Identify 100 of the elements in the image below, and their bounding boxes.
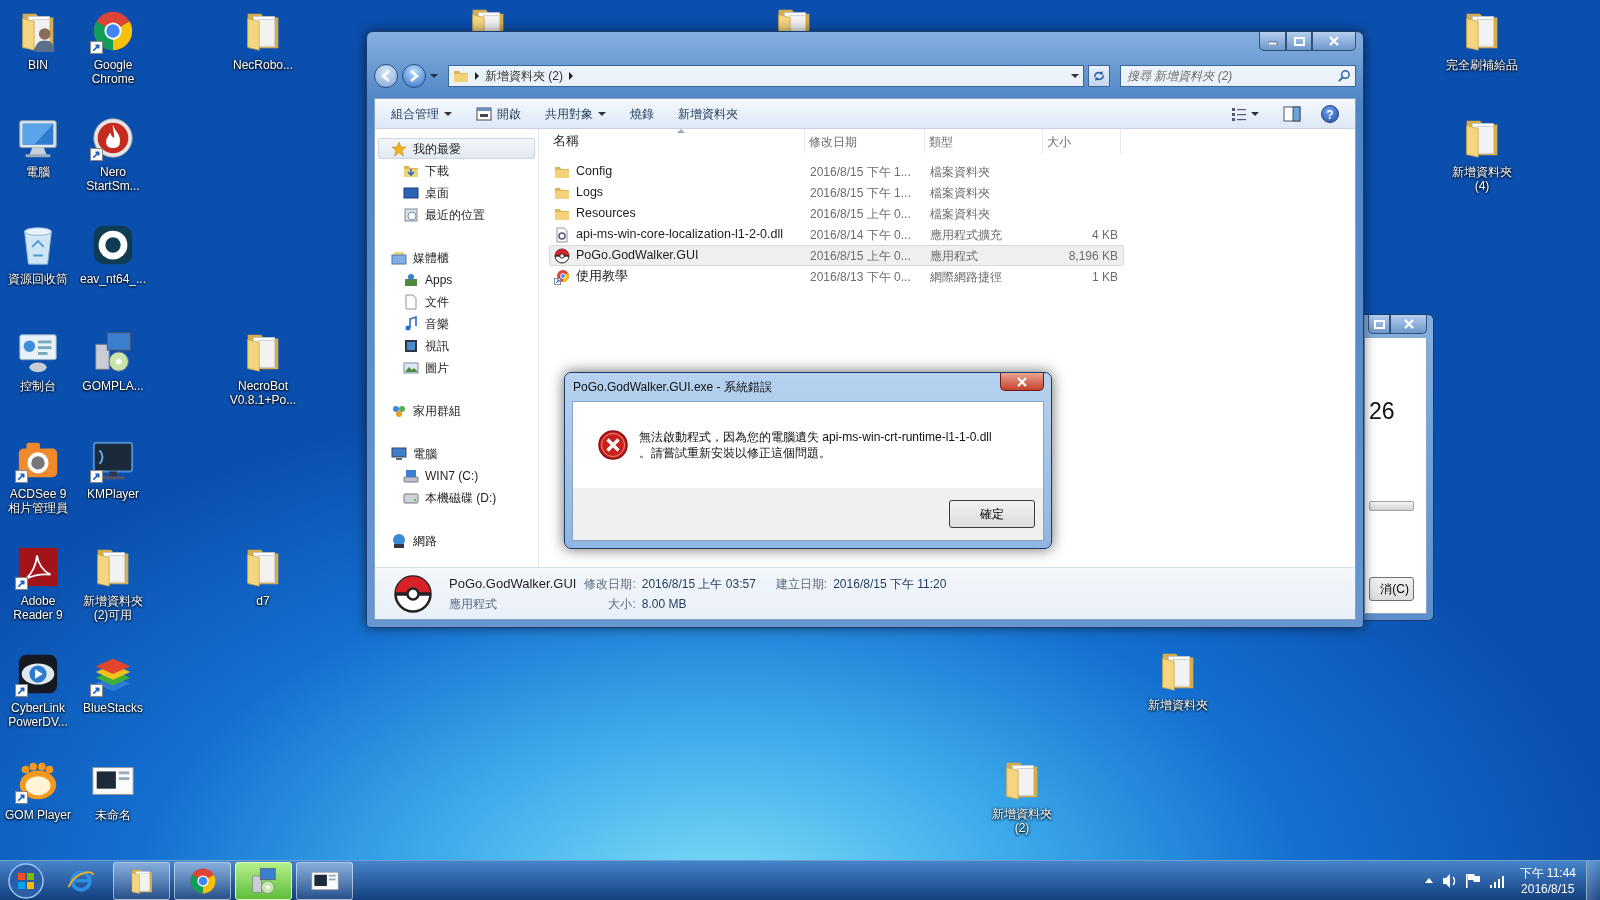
error-icon [597, 429, 629, 461]
nav-item[interactable]: 本機磁碟 (D:) [378, 487, 535, 508]
maximize-button[interactable] [1368, 315, 1390, 334]
icon-label[interactable]: GOMPLA... [77, 379, 149, 394]
address-bar[interactable]: 新增資料夾 (2) [448, 65, 1084, 87]
file-row[interactable]: PoGo.GodWalker.GUI 2016/8/15 上午 0... 應用程式 8,196 KB [549, 245, 1124, 266]
icon-label[interactable]: d7 [227, 594, 299, 609]
file-row[interactable]: Resources 2016/8/15 上午 0... 檔案資料夾 [549, 203, 1124, 224]
speaker-icon[interactable] [1441, 872, 1456, 889]
search-icon[interactable] [1338, 69, 1351, 82]
chevron-icon[interactable] [569, 72, 573, 80]
minimize-button[interactable] [1259, 32, 1286, 51]
nav-item[interactable]: 桌面 [378, 182, 535, 203]
clock-time[interactable]: 下午 11:44 [1519, 864, 1576, 881]
icon-label[interactable]: 電腦 [2, 165, 74, 180]
icon-label[interactable]: NecRobo... [227, 58, 299, 73]
close-button[interactable] [1000, 373, 1044, 391]
address-segment[interactable]: 新增資料夾 (2) [485, 67, 563, 85]
search-field[interactable]: 搜尋 新增資料夾 (2) [1120, 65, 1356, 87]
file-name[interactable]: Resources [576, 204, 636, 223]
cancel-button[interactable]: 消(C) [1369, 577, 1414, 601]
chevron-icon[interactable] [475, 72, 479, 80]
icon-label[interactable]: 新增資料夾 (2)可用 [77, 594, 149, 623]
nav-item[interactable]: 視訊 [378, 335, 535, 356]
ball-icon [393, 573, 433, 614]
nav-item[interactable]: Apps [378, 269, 535, 290]
file-name[interactable]: Config [576, 162, 613, 181]
forward-button[interactable] [402, 64, 426, 88]
nav-item[interactable]: 文件 [378, 291, 535, 312]
flame-icon[interactable] [90, 115, 136, 161]
nav-item[interactable]: 最近的位置 [378, 204, 535, 225]
nav-item[interactable]: 電腦 [378, 443, 535, 464]
icon-label[interactable]: 資源回收筒 [2, 272, 74, 287]
dialog-title: PoGo.GodWalker.GUI.exe - 系統錯誤 [572, 379, 772, 396]
film-icon [403, 337, 419, 354]
icon-label[interactable]: BIN [2, 58, 74, 73]
icon-label[interactable]: GOM Player [2, 808, 74, 823]
file-type: 應用程式擴充 [929, 226, 1003, 244]
caret-icon[interactable] [444, 111, 452, 116]
refresh-button[interactable] [1088, 65, 1110, 87]
file-row[interactable]: 使用教學 2016/8/13 下午 0... 網際網路捷徑 1 KB [549, 266, 1124, 287]
back-button[interactable] [374, 64, 398, 88]
file-name[interactable]: PoGo.GodWalker.GUI [576, 246, 699, 265]
icon-label[interactable]: NecroBot V0.8.1+Po... [227, 379, 299, 408]
icon-label[interactable]: CyberLink PowerDV... [2, 701, 74, 730]
nav-item[interactable]: WIN7 (C:) [378, 465, 535, 486]
caret-icon[interactable] [598, 111, 606, 116]
file-type: 檔案資料夾 [929, 184, 991, 202]
maximize-button[interactable] [1286, 32, 1312, 51]
icon-label[interactable]: 新增資料夾 [1142, 698, 1214, 713]
close-button[interactable] [1312, 32, 1356, 51]
caret-icon[interactable] [1071, 74, 1079, 78]
icon-label[interactable]: Adobe Reader 9 [2, 594, 74, 623]
file-row[interactable]: Logs 2016/8/15 下午 1... 檔案資料夾 [549, 182, 1124, 203]
column-header[interactable]: 名稱 [549, 129, 805, 154]
icon-label[interactable]: ACDSee 9 相片管理員 [2, 487, 74, 516]
icon-label[interactable]: Google Chrome [77, 58, 149, 87]
file-name[interactable]: 使用教學 [576, 267, 628, 286]
toolbar-button[interactable]: 燒錄 [620, 101, 664, 126]
toolbar-button[interactable]: 共用對象 [535, 101, 616, 126]
icon-label[interactable]: BlueStacks [77, 701, 149, 716]
icon-label[interactable]: KMPlayer [77, 487, 149, 502]
nav-item[interactable]: 音樂 [378, 313, 535, 334]
error-message: 無法啟動程式，因為您的電腦遺失 api-ms-win-crt-runtime-l1-1-0.dll 。請嘗試重新安裝以修正這個問題。 [639, 429, 992, 461]
icon-label[interactable]: Nero StartSm... [77, 165, 149, 194]
details-label: 修改日期: [584, 575, 636, 593]
file-date: 2016/8/13 下午 0... [809, 268, 912, 286]
nav-item[interactable]: 下載 [378, 160, 535, 181]
ball-icon [554, 247, 570, 264]
toolbar-button[interactable]: 開啟 [466, 101, 531, 126]
column-header[interactable]: 類型 [925, 129, 1043, 154]
toolbar-button[interactable]: 新增資料夾 [668, 101, 748, 126]
signal-bars-icon[interactable] [1489, 873, 1504, 888]
nav-item[interactable]: 網路 [378, 530, 535, 551]
toolbar-button[interactable]: 組合管理 [381, 101, 462, 126]
drive-icon [403, 467, 419, 484]
show-desktop-button[interactable] [1586, 860, 1600, 900]
nav-item[interactable]: 圖片 [378, 357, 535, 378]
icon-label[interactable]: 新增資料夾 (4) [1446, 165, 1518, 194]
file-name[interactable]: api-ms-win-core-localization-l1-2-0.dll [576, 225, 783, 244]
nav-item[interactable]: 家用群組 [378, 400, 535, 421]
file-name[interactable]: Logs [576, 183, 604, 202]
icon-label[interactable]: eav_nt64_... [77, 272, 149, 287]
flag-icon[interactable] [1464, 872, 1481, 889]
icon-label[interactable]: 未命名 [77, 808, 149, 823]
icon-label[interactable]: 控制台 [2, 379, 74, 394]
ok-button[interactable]: 確定 [949, 500, 1035, 528]
file-row[interactable]: Config 2016/8/15 下午 1... 檔案資料夾 [549, 161, 1124, 182]
column-header[interactable]: 修改日期 [805, 129, 925, 154]
close-button[interactable] [1390, 315, 1427, 334]
up-arrow-icon[interactable] [1424, 878, 1433, 883]
clock-date[interactable]: 2016/8/15 [1519, 880, 1576, 897]
details-label: 大小: [607, 596, 636, 614]
nav-item[interactable]: 我的最愛 [378, 138, 535, 159]
icon-label[interactable]: 完全刷補給品 [1446, 58, 1518, 73]
caret-icon[interactable] [1251, 111, 1259, 116]
file-row[interactable]: api-ms-win-core-localization-l1-2-0.dll 2016/8/14 下午 0... 應用程式擴充 4 KB [549, 224, 1124, 245]
nav-item[interactable]: 媒體櫃 [378, 247, 535, 268]
globe-icon [391, 532, 407, 549]
column-header[interactable]: 大小 [1043, 129, 1121, 154]
